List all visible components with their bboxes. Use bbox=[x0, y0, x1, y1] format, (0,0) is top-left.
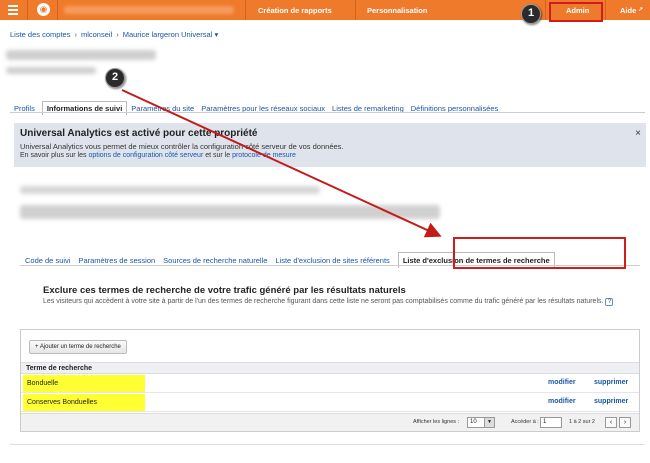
section-title: Exclure ces termes de recherche de votre… bbox=[43, 285, 406, 296]
goto-label: Accéder à : bbox=[511, 419, 539, 425]
delete-link[interactable]: supprimer bbox=[594, 379, 628, 386]
redacted-property-id bbox=[6, 67, 96, 74]
close-icon[interactable]: × bbox=[635, 128, 641, 139]
goto-page-input[interactable]: 1 bbox=[540, 417, 562, 428]
breadcrumb-property[interactable]: Maurice largeron Universal bbox=[123, 30, 213, 39]
add-search-term-button[interactable]: + Ajouter un terme de recherche bbox=[29, 340, 127, 354]
nav-reporting[interactable]: Création de rapports bbox=[258, 6, 332, 15]
table-row: Bonduelle modifier supprimer bbox=[21, 375, 639, 393]
admin-highlight-box bbox=[549, 2, 603, 22]
table-header: Terme de recherche bbox=[21, 362, 639, 374]
chevron-down-icon[interactable]: ▾ bbox=[214, 30, 218, 39]
external-link-icon: ↗ bbox=[638, 7, 644, 13]
breadcrumb-accounts[interactable]: Liste des comptes bbox=[10, 30, 70, 39]
rows-label: Afficher les lignes : bbox=[413, 419, 460, 425]
prev-page-button[interactable]: ‹ bbox=[605, 417, 617, 428]
table-row: Conserves Bonduelles modifier supprimer bbox=[21, 394, 639, 412]
search-term-tab-highlight-box bbox=[453, 237, 626, 269]
search-term-value: Conserves Bonduelles bbox=[23, 394, 145, 411]
tab-organic-sources[interactable]: Sources de recherche naturelle bbox=[163, 256, 267, 265]
redacted-block bbox=[20, 186, 320, 194]
edit-link[interactable]: modifier bbox=[548, 379, 576, 386]
nav-customization[interactable]: Personnalisation bbox=[367, 6, 427, 15]
universal-analytics-notice: Universal Analytics est activé pour cett… bbox=[14, 123, 646, 167]
breadcrumb: Liste des comptes › mlconseil › Maurice larg… bbox=[10, 30, 219, 39]
notice-line1: Universal Analytics vous permet de mieux… bbox=[20, 142, 344, 151]
tab-referral-exclusion[interactable]: Liste d'exclusion de sites référents bbox=[275, 256, 389, 265]
edit-link[interactable]: modifier bbox=[548, 398, 576, 405]
delete-link[interactable]: supprimer bbox=[594, 398, 628, 405]
breadcrumb-account[interactable]: mlconseil bbox=[81, 30, 112, 39]
notice-title: Universal Analytics est activé pour cett… bbox=[20, 128, 258, 139]
help-icon[interactable]: ? bbox=[605, 298, 614, 306]
page-range: 1 à 2 sur 2 bbox=[569, 419, 595, 425]
chevron-down-icon: ▼ bbox=[484, 418, 494, 427]
tab-session-settings[interactable]: Paramètres de session bbox=[78, 256, 155, 265]
nav-help[interactable]: Aide bbox=[620, 6, 636, 15]
tab-tracking-code[interactable]: Code de suivi bbox=[25, 256, 70, 265]
exclusion-table: + Ajouter un terme de recherche Terme de… bbox=[20, 329, 640, 432]
redacted-property-title bbox=[6, 50, 156, 60]
table-pager: Afficher les lignes : 10 ▼ Accéder à : 1 … bbox=[21, 413, 639, 431]
section-description: Les visiteurs qui accèdent à votre site … bbox=[43, 297, 633, 307]
column-search-term: Terme de recherche bbox=[26, 365, 93, 372]
hamburger-menu-icon[interactable] bbox=[8, 5, 18, 15]
measurement-protocol-link[interactable]: protocole de mesure bbox=[232, 152, 296, 159]
search-term-value: Bonduelle bbox=[23, 375, 145, 392]
globe-icon[interactable]: ◉ bbox=[37, 3, 50, 16]
rows-per-page-select[interactable]: 10 ▼ bbox=[467, 417, 495, 428]
redacted-block bbox=[20, 205, 440, 219]
server-config-link[interactable]: options de configuration côté serveur bbox=[88, 152, 203, 159]
next-page-button[interactable]: › bbox=[619, 417, 631, 428]
notice-line2: En savoir plus sur les options de config… bbox=[20, 152, 296, 159]
redacted-account-name bbox=[64, 6, 234, 14]
step-badge-1: 1 bbox=[521, 4, 541, 24]
step-badge-2: 2 bbox=[105, 68, 125, 88]
